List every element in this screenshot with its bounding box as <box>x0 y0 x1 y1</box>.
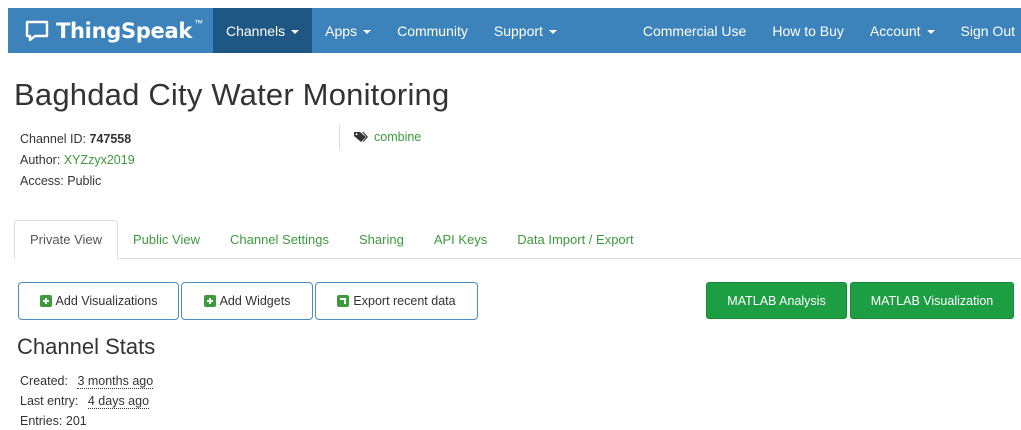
nav-apps[interactable]: Apps <box>312 8 384 53</box>
nav-commercial-use-label: Commercial Use <box>642 22 747 39</box>
channel-tabs: Private View Public View Channel Setting… <box>14 220 1021 259</box>
channel-id-value: 747558 <box>89 132 132 146</box>
tag-link-combine[interactable]: combine <box>374 130 421 144</box>
created-value: 3 months ago <box>77 374 154 389</box>
caret-down-icon <box>363 29 372 34</box>
nav-account-label: Account <box>869 22 921 39</box>
page-title: Baghdad City Water Monitoring <box>14 77 450 112</box>
brand-trademark: ™ <box>194 17 203 28</box>
entries-label: Entries: <box>20 414 63 428</box>
last-entry-value: 4 days ago <box>87 394 150 409</box>
channel-id-label: Channel ID: <box>20 132 87 146</box>
caret-down-icon <box>548 29 557 34</box>
caret-down-icon <box>926 29 935 34</box>
tab-api-keys[interactable]: API Keys <box>419 220 502 258</box>
brand-logo[interactable]: ThingSpeak ™ <box>8 8 213 53</box>
add-visualizations-label: Add Visualizations <box>55 294 158 308</box>
export-recent-data-button[interactable]: Export recent data <box>315 282 478 320</box>
nav-commercial-use[interactable]: Commercial Use <box>630 8 759 53</box>
channel-stats-heading: Channel Stats <box>17 334 156 359</box>
author-row: Author: XYZzyx2019 <box>20 150 135 171</box>
author-link[interactable]: XYZzyx2019 <box>64 153 135 167</box>
last-entry-row: Last entry: 4 days ago <box>20 391 153 411</box>
last-entry-label: Last entry: <box>20 394 79 408</box>
export-square-icon <box>337 295 350 307</box>
nav-sign-out-label: Sign Out <box>960 22 1015 39</box>
tab-sharing[interactable]: Sharing <box>344 220 419 258</box>
access-value: Public <box>67 174 102 188</box>
tab-data-import-export[interactable]: Data Import / Export <box>502 220 648 258</box>
chat-bubble-icon <box>25 20 49 41</box>
nav-channels[interactable]: Channels <box>213 8 313 53</box>
nav-account[interactable]: Account <box>857 8 948 53</box>
entries-value: 201 <box>65 414 87 428</box>
export-recent-data-label: Export recent data <box>353 294 456 308</box>
access-label: Access: <box>20 174 64 188</box>
entries-row: Entries: 201 <box>20 411 153 430</box>
author-label: Author: <box>20 153 61 167</box>
add-widgets-button[interactable]: Add Widgets <box>181 282 313 320</box>
nav-how-to-buy-label: How to Buy <box>772 22 844 39</box>
tab-public-view[interactable]: Public View <box>118 220 215 258</box>
nav-how-to-buy[interactable]: How to Buy <box>759 8 857 53</box>
created-row: Created: 3 months ago <box>20 371 154 391</box>
nav-channels-label: Channels <box>226 22 286 39</box>
plus-square-icon <box>203 295 216 307</box>
top-navbar: ThingSpeak ™ Channels Apps Community Sup… <box>8 8 1021 53</box>
matlab-visualization-button[interactable]: MATLAB Visualization <box>850 282 1014 319</box>
tags-icon <box>354 132 368 142</box>
nav-apps-label: Apps <box>325 22 358 39</box>
nav-support-label: Support <box>493 22 543 39</box>
tags-area: combine <box>339 124 421 150</box>
brand-name: ThingSpeak <box>56 18 192 43</box>
channel-stats: Created: 3 months ago Last entry: 4 days… <box>20 371 154 430</box>
nav-support[interactable]: Support <box>481 8 570 53</box>
matlab-analysis-button[interactable]: MATLAB Analysis <box>706 282 847 319</box>
access-row: Access: Public <box>20 171 135 192</box>
channel-meta: Channel ID: 747558 Author: XYZzyx2019 Ac… <box>20 129 135 192</box>
nav-community-label: Community <box>397 22 468 39</box>
tab-channel-settings[interactable]: Channel Settings <box>215 220 344 258</box>
tab-private-view[interactable]: Private View <box>14 220 119 259</box>
created-label: Created: <box>20 374 68 388</box>
add-widgets-label: Add Widgets <box>219 294 291 308</box>
nav-community[interactable]: Community <box>384 8 481 53</box>
add-visualizations-button[interactable]: Add Visualizations <box>18 282 179 320</box>
plus-square-icon <box>39 295 52 307</box>
channel-id-row: Channel ID: 747558 <box>20 129 135 150</box>
caret-down-icon <box>291 29 300 34</box>
nav-sign-out[interactable]: Sign Out <box>948 8 1021 53</box>
